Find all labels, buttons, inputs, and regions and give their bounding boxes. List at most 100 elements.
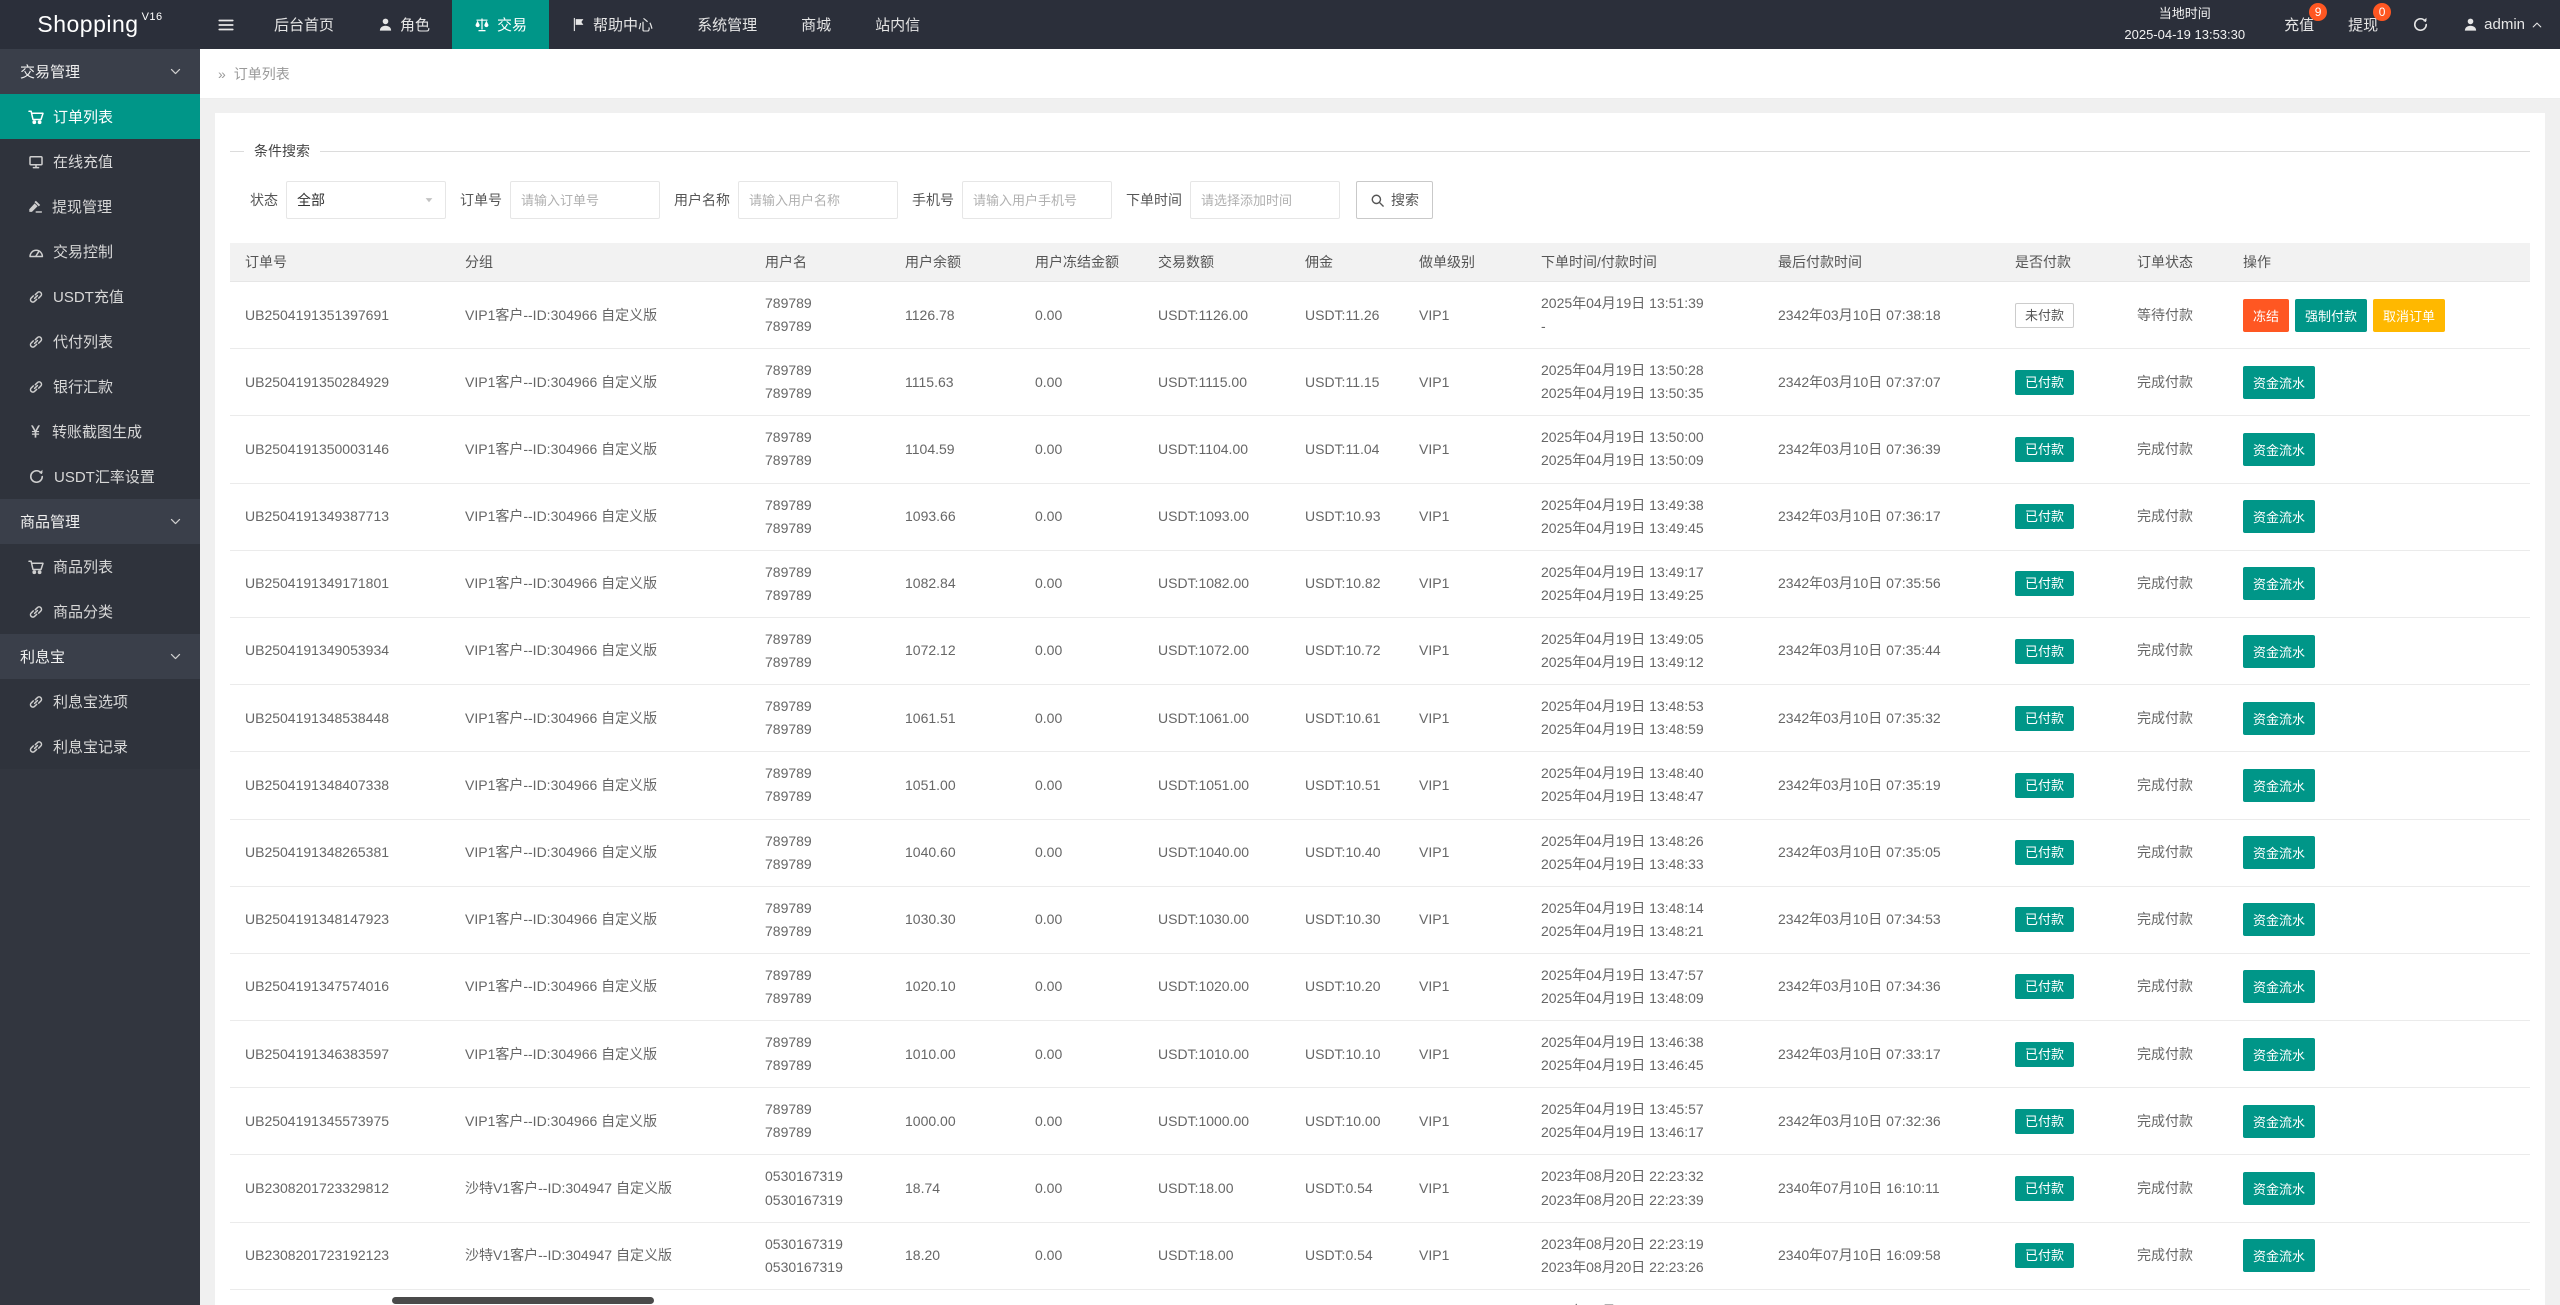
table-row: UB2504191348265381 VIP1客户--ID:304966 自定义版… xyxy=(230,819,2530,887)
action-button[interactable]: 资金流水 xyxy=(2243,365,2316,399)
nav-item-3[interactable]: 帮助中心 xyxy=(549,0,675,49)
phone-input[interactable] xyxy=(962,181,1112,219)
action-button[interactable]: 取消订单 xyxy=(2373,298,2446,332)
sidebar-item-label: 利息宝记录 xyxy=(53,739,129,756)
balance-cell: 1126.78 xyxy=(890,281,1020,350)
hamburger-icon xyxy=(217,16,235,34)
sidebar-item-11[interactable]: 商品列表 xyxy=(0,544,200,589)
group-cell: 沙特V1客户--ID:304947 自定义版 xyxy=(450,1222,750,1290)
sidebar-item-label: USDT汇率设置 xyxy=(54,469,155,486)
withdraw-button[interactable]: 提现 0 xyxy=(2331,0,2395,49)
sidebar-item-label: 提现管理 xyxy=(52,199,113,216)
actions-cell: 资金流水 xyxy=(2228,617,2530,686)
frozen-cell: 0.00 xyxy=(1020,415,1143,484)
balance-cell: 1072.12 xyxy=(890,617,1020,686)
action-button[interactable]: 资金流水 xyxy=(2243,1104,2316,1138)
order-time-input[interactable] xyxy=(1190,181,1340,219)
sidebar-item-4[interactable]: 交易控制 xyxy=(0,229,200,274)
nav-item-6[interactable]: 站内信 xyxy=(853,0,942,49)
level-cell: VIP1 xyxy=(1404,617,1526,686)
username-cell: 789789 789789 xyxy=(750,348,890,417)
order-time-cell: 2023年08月20日 22:23:052023年08月20日 22:23:14 xyxy=(1526,1289,1763,1305)
nav-item-2[interactable]: 交易 xyxy=(452,0,550,49)
sidebar-item-7[interactable]: 银行汇款 xyxy=(0,364,200,409)
group-cell: VIP1客户--ID:304966 自定义版 xyxy=(450,281,750,350)
action-button[interactable]: 资金流水 xyxy=(2243,432,2316,466)
breadcrumb-label: 订单列表 xyxy=(233,65,290,82)
level-cell: VIP1 xyxy=(1404,281,1526,350)
commission-cell: USDT:0.51 xyxy=(1290,1289,1404,1305)
sidebar-item-9[interactable]: USDT汇率设置 xyxy=(0,454,200,499)
user-menu[interactable]: admin xyxy=(2446,0,2560,49)
paid-badge: 已付款 xyxy=(2015,369,2075,395)
action-button[interactable]: 资金流水 xyxy=(2243,836,2316,870)
level-cell: VIP1 xyxy=(1404,684,1526,753)
hamburger-button[interactable] xyxy=(200,0,252,49)
column-header: 是否付款 xyxy=(2000,243,2122,282)
nav-item-4[interactable]: 系统管理 xyxy=(675,0,779,49)
actions-cell: 资金流水 xyxy=(2228,1289,2530,1305)
group-cell: VIP1客户--ID:304966 自定义版 xyxy=(450,550,750,618)
action-button[interactable]: 资金流水 xyxy=(2243,768,2316,802)
sidebar-section-0[interactable]: 交易管理 xyxy=(0,49,200,94)
sidebar-item-1[interactable]: 订单列表 xyxy=(0,94,200,139)
sidebar-item-14[interactable]: 利息宝选项 xyxy=(0,679,200,724)
status-select[interactable]: 全部 xyxy=(286,181,446,219)
action-button[interactable]: 资金流水 xyxy=(2243,1239,2316,1273)
order-no-input[interactable] xyxy=(510,181,660,219)
horizontal-scrollbar[interactable] xyxy=(392,1297,654,1304)
nav-item-5[interactable]: 商城 xyxy=(779,0,853,49)
paid-badge: 已付款 xyxy=(2015,571,2075,597)
refresh-button[interactable] xyxy=(2395,0,2446,49)
order-no-cell: UB2308201723192123 xyxy=(230,1222,450,1290)
action-button[interactable]: 资金流水 xyxy=(2243,1172,2316,1206)
paid-badge: 已付款 xyxy=(2015,638,2075,664)
username-cell: 05301673190530167319 xyxy=(750,1222,890,1290)
action-button[interactable]: 资金流水 xyxy=(2243,500,2316,534)
sidebar-item-12[interactable]: 商品分类 xyxy=(0,589,200,634)
chevron-up-icon xyxy=(2531,19,2543,31)
action-button[interactable]: 资金流水 xyxy=(2243,970,2316,1004)
commission-cell: USDT:10.30 xyxy=(1290,886,1404,954)
sidebar-section-13[interactable]: 利息宝 xyxy=(0,634,200,679)
username-input[interactable] xyxy=(738,181,898,219)
order-no-cell: UB2504191348407338 xyxy=(230,751,450,820)
sidebar-section-label: 交易管理 xyxy=(20,64,81,81)
commission-cell: USDT:10.20 xyxy=(1290,953,1404,1022)
nav-item-label: 系统管理 xyxy=(697,17,758,34)
sidebar-item-5[interactable]: USDT充值 xyxy=(0,274,200,319)
table-row: UB2504191349387713 VIP1客户--ID:304966 自定义版… xyxy=(230,483,2530,551)
table-row: UB2308201723329812 沙特V1客户--ID:304947 自定义版… xyxy=(230,1154,2530,1223)
column-header: 用户余额 xyxy=(890,243,1020,282)
order-time-cell: 2025年04月19日 13:48:53 2025年04月19日 13:48:59 xyxy=(1526,684,1763,753)
sidebar-item-8[interactable]: 转账截图生成 xyxy=(0,409,200,454)
action-button[interactable]: 资金流水 xyxy=(2243,634,2316,668)
action-button[interactable]: 资金流水 xyxy=(2243,567,2316,601)
order-no-cell: UB2504191348538448 xyxy=(230,684,450,753)
search-button[interactable]: 搜索 xyxy=(1356,181,1433,219)
username-cell: 789789 789789 xyxy=(750,415,890,484)
nav-item-1[interactable]: 角色 xyxy=(356,0,452,49)
column-header: 最后付款时间 xyxy=(1763,243,2000,282)
action-button[interactable]: 资金流水 xyxy=(2243,903,2316,937)
sidebar-item-2[interactable]: 在线充值 xyxy=(0,139,200,184)
sidebar-item-3[interactable]: 提现管理 xyxy=(0,184,200,229)
action-button[interactable]: 资金流水 xyxy=(2243,701,2316,735)
commission-cell: USDT:11.26 xyxy=(1290,281,1404,350)
action-button[interactable]: 资金流水 xyxy=(2243,1037,2316,1071)
action-button[interactable]: 冻结 xyxy=(2243,298,2290,332)
order-time-cell: 2025年04月19日 13:47:57 2025年04月19日 13:48:09 xyxy=(1526,953,1763,1022)
table-row: UB2504191348147923 VIP1客户--ID:304966 自定义版… xyxy=(230,886,2530,954)
order-time-cell: 2025年04月19日 13:48:14 2025年04月19日 13:48:21 xyxy=(1526,886,1763,954)
username-cell: 789789 789789 xyxy=(750,550,890,618)
sidebar-item-6[interactable]: 代付列表 xyxy=(0,319,200,364)
sidebar-section-10[interactable]: 商品管理 xyxy=(0,499,200,544)
paid-cell: 已付款 xyxy=(2000,684,2122,753)
order-time-cell: 2023年08月20日 22:23:19 2023年08月20日 22:23:26 xyxy=(1526,1222,1763,1290)
recharge-button[interactable]: 充值 9 xyxy=(2267,0,2331,49)
sidebar-item-15[interactable]: 利息宝记录 xyxy=(0,724,200,769)
action-button[interactable]: 强制付款 xyxy=(2295,298,2368,332)
status-cell: 完成付款 xyxy=(2122,617,2228,686)
balance-cell: 1061.51 xyxy=(890,684,1020,753)
nav-item-0[interactable]: 后台首页 xyxy=(252,0,356,49)
